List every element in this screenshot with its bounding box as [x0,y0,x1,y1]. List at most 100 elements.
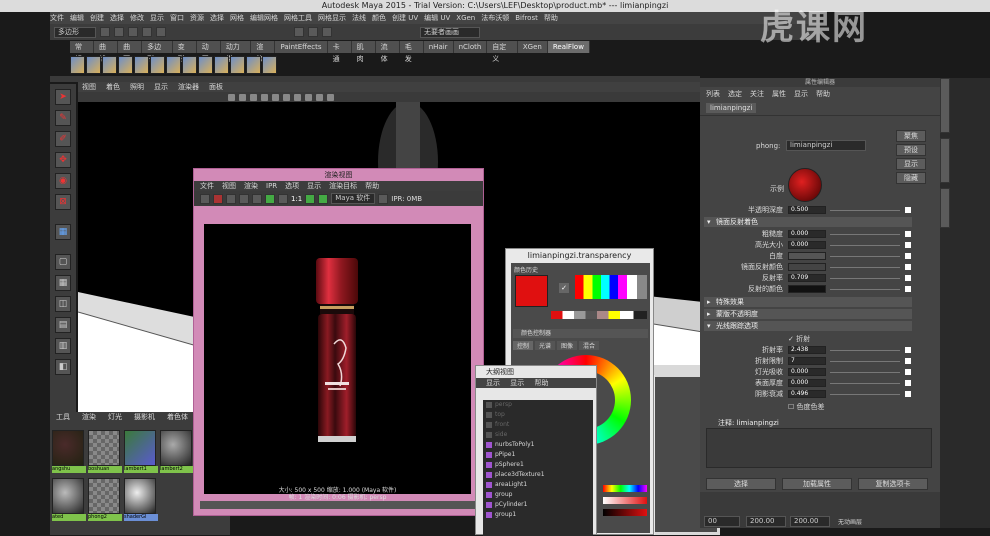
hide-button[interactable]: 隐藏 [896,172,926,184]
attr-menu-item[interactable]: 显示 [794,90,808,98]
renderer-dropdown[interactable]: Maya 软件 [331,193,376,204]
shadow-icon[interactable] [283,93,290,101]
shelf-tool-icon[interactable] [134,56,149,74]
hypershade-tab[interactable]: 工具 [56,412,70,422]
keep-image-icon[interactable] [305,193,316,204]
refresh-icon[interactable] [252,193,262,204]
attr-value-field[interactable]: 0.000 [788,230,826,238]
shelf-tool-icon[interactable] [246,56,261,74]
attr-value-field[interactable]: 0.000 [788,379,826,387]
shelf-tab[interactable]: nHair [423,41,454,53]
shelf-tab[interactable]: 变形 [172,41,197,63]
special-effects-section[interactable]: 特殊效果 [704,297,912,307]
undo-icon[interactable] [142,27,152,37]
render-region-icon[interactable] [213,193,223,204]
render-menu-item[interactable]: 渲染 [244,182,258,190]
attr-value-field[interactable] [788,263,826,271]
hue-bar[interactable] [603,485,647,492]
shelf-tab[interactable]: 多边形 [142,41,173,63]
outliner-item[interactable]: group1 [483,510,593,520]
move-tool-icon[interactable]: ✥ [55,152,71,168]
map-button-icon[interactable] [905,380,911,386]
alpha-channel-icon[interactable] [278,193,288,204]
redo-render-icon[interactable] [200,193,210,204]
load-attributes-button[interactable]: 加载属性 [782,478,852,490]
light-icon[interactable] [272,93,279,101]
hypershade-tab[interactable]: 灯光 [108,412,122,422]
menu-item[interactable]: 编辑 UV [424,14,450,22]
menu-item[interactable]: 修改 [130,14,144,22]
attr-slider[interactable] [830,394,900,395]
menu-display[interactable]: 显示 [486,379,500,387]
ratio-button[interactable]: 1:1 [291,195,302,203]
attr-slider[interactable] [830,256,900,257]
shelf-tool-icon[interactable] [214,56,229,74]
material-swatch[interactable] [88,430,120,466]
show-button[interactable]: 显示 [896,158,926,170]
hypershade-tab[interactable]: 渲染 [82,412,96,422]
menu-item[interactable]: 法线 [352,14,366,22]
quick-search-input[interactable]: 无要者画画 [420,26,480,38]
menu-item[interactable]: 网格工具 [284,14,312,22]
map-button-icon[interactable] [905,358,911,364]
layout-two-icon[interactable]: ◫ [55,296,71,312]
attr-value-field[interactable]: 7 [788,357,826,365]
map-button-icon[interactable] [905,253,911,259]
copy-tab-button[interactable]: 复制选项卡 [858,478,928,490]
shelf-tab[interactable]: RealFlow [547,41,590,53]
shelf-tab[interactable]: 曲线 [94,41,119,63]
shelf-tab[interactable]: 渲染 [251,41,276,63]
hypershade-tab[interactable]: 着色体 [167,412,188,422]
hypershade-tab[interactable]: 摄影机 [134,412,155,422]
map-button-icon[interactable] [905,391,911,397]
shelf-tab[interactable]: 卡通 [327,41,352,63]
shelf-tool-icon[interactable] [198,56,213,74]
menu-item[interactable]: 创建 [90,14,104,22]
smooth-shade-icon[interactable] [250,93,257,101]
specular-shading-section[interactable]: 镜面反射着色 [704,217,912,227]
map-button-icon[interactable] [905,369,911,375]
menu-item[interactable]: 帮助 [544,14,558,22]
render-menu-item[interactable]: 选项 [285,182,299,190]
eyedropper-icon[interactable]: ✓ [559,283,569,293]
material-swatch[interactable] [52,478,84,514]
saturation-bar[interactable] [603,497,647,504]
layout-four-icon[interactable]: ▦ [55,275,71,291]
snap-point-icon[interactable] [322,27,332,37]
attr-value-field[interactable]: 0.000 [788,241,826,249]
attr-slider[interactable] [830,383,900,384]
material-swatch[interactable] [124,430,156,466]
settings-icon[interactable] [378,193,389,204]
shelf-tool-icon[interactable] [230,56,245,74]
tab-spectrum[interactable]: 光谱 [535,341,556,350]
attr-value-field[interactable] [788,285,826,293]
texture-icon[interactable] [261,93,268,101]
material-swatch[interactable] [88,478,120,514]
attr-value-field[interactable]: 0.496 [788,390,826,398]
select-button[interactable]: 选择 [706,478,776,490]
outliner-item[interactable]: areaLight1 [483,480,593,490]
menu-item[interactable]: 选择 [110,14,124,22]
open-scene-icon[interactable] [114,27,124,37]
new-scene-icon[interactable] [100,27,110,37]
preset-button[interactable]: 预设 [896,144,926,156]
attr-slider[interactable] [830,350,900,351]
shelf-tool-icon[interactable] [182,56,197,74]
attribute-editor-tab[interactable] [940,138,950,183]
layout-hypershade-icon[interactable]: ▥ [55,338,71,354]
menu-item[interactable]: 法布沃顿 [481,14,509,22]
outliner-item[interactable]: front [483,420,593,430]
attr-menu-item[interactable]: 选定 [728,90,742,98]
shelf-tab[interactable]: 自定义 [487,41,518,63]
last-tool-icon[interactable]: ▦ [55,224,71,240]
attr-slider[interactable] [830,234,900,235]
panel-menu-item[interactable]: 渲染器 [178,83,199,91]
shelf-tool-icon[interactable] [262,56,277,74]
tool-settings-tab[interactable] [940,188,950,228]
shelf-tool-icon[interactable] [70,56,85,74]
attr-value-field[interactable] [788,252,826,260]
panel-menu-item[interactable]: 面板 [209,83,223,91]
panel-menu-item[interactable]: 显示 [154,83,168,91]
wireframe-icon[interactable] [239,93,246,101]
attr-value-field[interactable]: 2.438 [788,346,826,354]
